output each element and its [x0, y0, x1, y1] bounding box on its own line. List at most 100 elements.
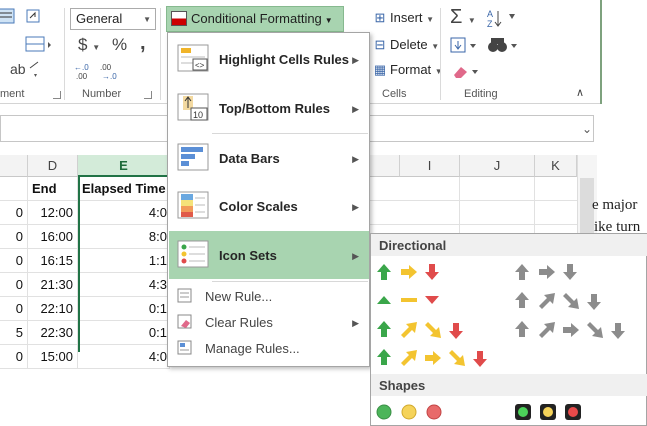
- icon-sets-submenu: Directional Shapes: [370, 233, 647, 426]
- chevron-down-icon: ▼: [434, 67, 443, 76]
- table-cell-c[interactable]: 0: [0, 249, 28, 273]
- icon-sets-icon: [177, 239, 211, 271]
- currency-symbol: $: [78, 35, 88, 54]
- table-cell-end[interactable]: 15:00: [28, 345, 78, 369]
- menu-item-label: Manage Rules...: [205, 341, 300, 356]
- column-header-c[interactable]: [0, 155, 28, 177]
- wrap-text-icon[interactable]: [0, 8, 16, 29]
- collapse-ribbon-icon[interactable]: ∧: [576, 84, 584, 102]
- format-button[interactable]: ▦ Format ▼: [372, 62, 443, 78]
- icon-set-3-arrows-colored[interactable]: [375, 262, 455, 282]
- icon-set-4-arrows-gray[interactable]: [513, 290, 617, 312]
- table-cell-c[interactable]: 0: [0, 297, 28, 321]
- arrow-down-gray-icon: [563, 264, 577, 280]
- sort-filter-icon[interactable]: AZ: [487, 8, 521, 33]
- alignment-dialog-launcher[interactable]: [53, 91, 61, 99]
- icon-set-5-arrows-colored[interactable]: [375, 347, 503, 369]
- icon-set-3-arrows-gray[interactable]: [513, 262, 593, 282]
- section-heading-directional: Directional: [371, 234, 647, 256]
- autosum-icon[interactable]: Σ ▼: [450, 7, 476, 30]
- conditional-formatting-menu: <> Highlight Cells Rules ▶ 10 Top/Bottom…: [167, 32, 370, 367]
- table-cell-c[interactable]: 0: [0, 273, 28, 297]
- menu-item-new-rule[interactable]: New Rule...: [169, 283, 369, 309]
- table-cell-c[interactable]: 0: [0, 201, 28, 225]
- arrow-up-right-gray-icon: [539, 293, 555, 309]
- column-header-k[interactable]: K: [535, 155, 577, 177]
- column-header-h[interactable]: [370, 155, 400, 177]
- fill-icon[interactable]: [450, 36, 480, 59]
- icon-set-3-triangles[interactable]: [375, 290, 455, 310]
- chevron-right-icon: ▶: [352, 154, 359, 164]
- number-format-select[interactable]: General ▼: [70, 8, 156, 30]
- menu-item-highlight-cells-rules[interactable]: <> Highlight Cells Rules ▶: [169, 35, 369, 83]
- increase-decimal-icon[interactable]: ←.0.00: [74, 62, 98, 85]
- currency-button[interactable]: $ ▼: [78, 36, 100, 57]
- comma-button[interactable]: ,: [140, 33, 146, 53]
- icon-set-5-arrows-gray[interactable]: [513, 319, 641, 341]
- chevron-right-icon: ▶: [352, 55, 359, 65]
- menu-item-data-bars[interactable]: Data Bars ▶: [169, 134, 369, 182]
- table-cell-end[interactable]: 16:15: [28, 249, 78, 273]
- number-dialog-launcher[interactable]: [144, 91, 152, 99]
- arrow-up-gray-icon: [515, 264, 529, 280]
- data-bars-icon: [177, 142, 211, 174]
- circle-red-icon: [426, 404, 442, 420]
- percent-button[interactable]: %: [112, 36, 127, 54]
- menu-item-top-bottom-rules[interactable]: 10 Top/Bottom Rules ▶: [169, 84, 369, 132]
- table-cell-end[interactable]: 16:00: [28, 225, 78, 249]
- menu-item-label: Color Scales: [219, 199, 298, 214]
- menu-item-icon-sets[interactable]: Icon Sets ▶: [169, 231, 369, 279]
- menu-item-clear-rules[interactable]: Clear Rules ▶: [169, 309, 369, 335]
- column-header-e[interactable]: E: [78, 155, 170, 177]
- format-label: Format: [390, 62, 432, 77]
- column-header-d[interactable]: D: [28, 155, 78, 177]
- table-cell-end[interactable]: 12:00: [28, 201, 78, 225]
- group-label-editing: Editing: [464, 88, 498, 100]
- orientation-icon[interactable]: ab: [10, 60, 40, 85]
- arrow-right-yellow-icon: [425, 351, 441, 365]
- color-scales-icon: [177, 190, 211, 222]
- decrease-decimal-icon[interactable]: .00 →.0: [100, 62, 124, 85]
- chevron-down-icon[interactable]: ⌄: [582, 122, 592, 136]
- arrow-down-right-gray-icon: [563, 293, 579, 309]
- table-header-end[interactable]: End: [28, 177, 78, 201]
- insert-label: Insert: [390, 10, 423, 25]
- table-cell-c[interactable]: 0: [0, 225, 28, 249]
- circle-green-icon: [376, 404, 392, 420]
- delete-button[interactable]: ⊟ Delete ▼: [372, 37, 440, 53]
- document-panel: [600, 0, 647, 104]
- find-select-icon[interactable]: [487, 36, 521, 59]
- arrow-up-green-icon: [377, 264, 391, 280]
- chevron-right-icon: ▶: [352, 318, 359, 328]
- insert-button[interactable]: ⊞ Insert ▼: [372, 10, 435, 26]
- arrow-down-right-yellow-icon: [425, 322, 441, 338]
- manage-rules-icon: [177, 340, 193, 356]
- number-format-value: General: [76, 11, 123, 26]
- table-cell-end[interactable]: 22:30: [28, 321, 78, 345]
- arrow-up-right-yellow-icon: [401, 350, 417, 366]
- text-direction-icon[interactable]: [25, 8, 45, 31]
- arrow-right-gray-icon: [539, 265, 555, 279]
- icon-set-3-traffic-lights[interactable]: [375, 402, 455, 422]
- merge-center-icon[interactable]: [25, 36, 53, 57]
- table-cell-c[interactable]: 0: [0, 345, 28, 369]
- column-header-j[interactable]: J: [460, 155, 535, 177]
- conditional-formatting-icon: [171, 11, 187, 26]
- table-cell-c[interactable]: 5: [0, 321, 28, 345]
- triangle-up-green-icon: [377, 296, 391, 304]
- menu-separator: [212, 281, 368, 282]
- table-cell[interactable]: [0, 177, 28, 201]
- conditional-formatting-button[interactable]: Conditional Formatting ▼: [166, 6, 344, 32]
- icon-set-3-traffic-lights-rimmed[interactable]: [513, 402, 593, 422]
- svg-text:.00: .00: [100, 63, 112, 72]
- chevron-down-icon: ▼: [431, 42, 440, 51]
- top-bottom-icon: 10: [177, 92, 211, 124]
- menu-item-manage-rules[interactable]: Manage Rules...: [169, 335, 369, 361]
- clear-eraser-icon[interactable]: [452, 62, 482, 85]
- menu-item-color-scales[interactable]: Color Scales ▶: [169, 182, 369, 230]
- icon-set-4-arrows-colored[interactable]: [375, 319, 479, 341]
- table-cell-end[interactable]: 21:30: [28, 273, 78, 297]
- column-header-i[interactable]: I: [400, 155, 460, 177]
- chevron-down-icon: ▼: [426, 15, 435, 24]
- table-cell-end[interactable]: 22:10: [28, 297, 78, 321]
